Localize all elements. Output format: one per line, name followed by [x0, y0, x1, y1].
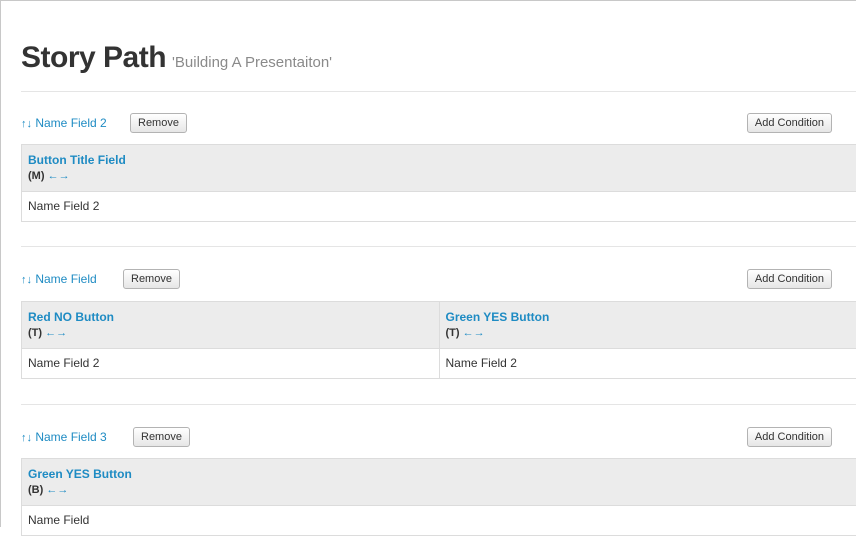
condition-meta: (B) ←→ [28, 484, 856, 496]
table-header-row: Button Title Field (M) ←→ [21, 144, 856, 192]
condition-meta: (T) ←→ [446, 327, 857, 339]
move-down-icon[interactable]: ↓ [27, 274, 33, 286]
path-name-link[interactable]: ↑↓ Name Field 3 [21, 430, 107, 444]
path-header: ↑↓ Name Field 2 Remove Add Condition [21, 113, 832, 135]
move-left-icon[interactable]: ← [45, 327, 56, 339]
move-left-icon[interactable]: ← [48, 170, 59, 182]
remove-button[interactable]: Remove [123, 269, 180, 289]
move-left-icon[interactable]: ← [46, 484, 57, 496]
condition-title-link[interactable]: Button Title Field [28, 153, 856, 167]
move-right-icon[interactable]: → [57, 484, 68, 496]
condition-title-link[interactable]: Red NO Button [28, 310, 439, 324]
table-row: Name Field 2 Name Field 2 [21, 349, 856, 379]
table-header-row: Green YES Button (B) ←→ [21, 458, 856, 506]
table-header-cell: Red NO Button (T) ←→ [22, 302, 439, 348]
move-right-icon[interactable]: → [59, 170, 70, 182]
condition-title-link[interactable]: Green YES Button [446, 310, 857, 324]
move-right-icon[interactable]: → [474, 327, 485, 339]
path-header: ↑↓ Name Field Remove Add Condition [21, 269, 832, 291]
condition-tag: (B) [28, 484, 44, 496]
path-name[interactable]: Name Field [35, 272, 96, 286]
remove-button[interactable]: Remove [130, 113, 187, 133]
divider [21, 91, 856, 92]
table-cell: Name Field 2 [438, 349, 857, 378]
divider [21, 246, 856, 247]
condition-tag: (T) [445, 327, 460, 339]
condition-meta: (T) ←→ [28, 327, 439, 339]
table-cell: Name Field [28, 513, 90, 527]
page-title: Story Path [21, 41, 167, 74]
conditions-table: Red NO Button (T) ←→ Green YES Button (T… [21, 301, 856, 379]
page-header: Story Path 'Building A Presentaiton' [21, 41, 332, 75]
move-right-icon[interactable]: → [56, 327, 67, 339]
table-cell: Name Field 2 [28, 356, 100, 370]
condition-meta: (M) ←→ [28, 170, 856, 182]
path-name[interactable]: Name Field 3 [35, 430, 106, 444]
divider [21, 404, 856, 405]
table-header-cell: Button Title Field (M) ←→ [22, 145, 856, 191]
path-name[interactable]: Name Field 2 [35, 116, 106, 130]
condition-title-link[interactable]: Green YES Button [28, 467, 856, 481]
path-name-link[interactable]: ↑↓ Name Field [21, 272, 97, 286]
table-row: Name Field [21, 506, 856, 536]
page-subtitle: 'Building A Presentaiton' [172, 54, 333, 71]
add-condition-button[interactable]: Add Condition [746, 269, 832, 289]
conditions-table: Button Title Field (M) ←→ Name Field 2 [21, 144, 856, 222]
condition-tag: (M) [28, 170, 45, 182]
remove-button[interactable]: Remove [133, 427, 190, 447]
add-condition-button[interactable]: Add Condition [746, 113, 832, 133]
move-down-icon[interactable]: ↓ [27, 432, 33, 444]
table-header-row: Red NO Button (T) ←→ Green YES Button (T… [21, 301, 856, 349]
table-row: Name Field 2 [21, 192, 856, 222]
table-header-cell: Green YES Button (T) ←→ [438, 302, 857, 348]
path-header: ↑↓ Name Field 3 Remove Add Condition [21, 427, 832, 449]
table-cell: Name Field 2 [28, 199, 100, 213]
table-header-cell: Green YES Button (B) ←→ [22, 459, 856, 505]
conditions-table: Green YES Button (B) ←→ Name Field [21, 458, 856, 536]
move-left-icon[interactable]: ← [463, 327, 474, 339]
add-condition-button[interactable]: Add Condition [746, 427, 832, 447]
story-path-panel: Story Path 'Building A Presentaiton' ↑↓ N… [0, 0, 856, 536]
path-name-link[interactable]: ↑↓ Name Field 2 [21, 116, 107, 130]
condition-tag: (T) [28, 327, 43, 339]
move-down-icon[interactable]: ↓ [27, 118, 33, 130]
